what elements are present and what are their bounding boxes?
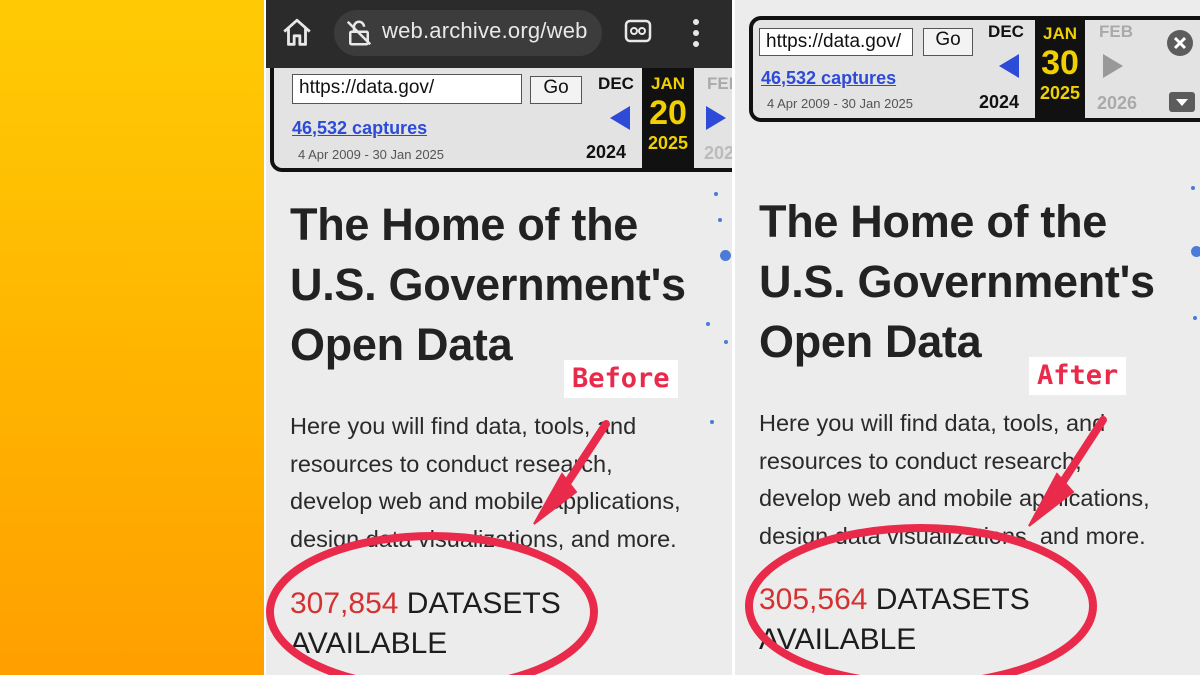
decorative-dot [710, 420, 714, 424]
wayback-prev-month[interactable]: DEC [981, 22, 1031, 42]
browser-toolbar: web.archive.org/web [266, 0, 732, 68]
decorative-dot [714, 192, 718, 196]
current-year-label: 2025 [1039, 83, 1081, 103]
wayback-captures-link[interactable]: 46,532 captures [292, 118, 427, 139]
wayback-url-input[interactable]: https://data.gov/ [759, 28, 913, 56]
more-vert-icon[interactable] [690, 16, 702, 50]
screenshot-before: web.archive.org/web https://data.gov/ Go… [266, 0, 732, 675]
decorative-dot [706, 322, 710, 326]
prev-month-label: DEC [988, 22, 1024, 41]
wayback-current-date: JAN 20 2025 [642, 68, 694, 168]
wayback-prev-arrow[interactable] [610, 106, 630, 130]
intro-line: design data visualizations, and more. [759, 522, 1146, 549]
wayback-prev-arrow[interactable] [999, 54, 1019, 78]
page-headline: The Home of the U.S. Government's Open D… [290, 195, 686, 375]
wayback-date-range: 4 Apr 2009 - 30 Jan 2025 [298, 147, 445, 162]
tab-switcher-icon[interactable] [624, 19, 652, 43]
datasets-label-line2: AVAILABLE [759, 623, 917, 656]
page-intro: Here you will find data, tools, and reso… [759, 405, 1150, 555]
wayback-toolbar: https://data.gov/ Go 46,532 captures 4 A… [749, 16, 1200, 122]
address-bar[interactable]: web.archive.org/web [334, 10, 602, 56]
decorative-dot [1193, 316, 1197, 320]
datasets-label: DATASETS [875, 583, 1030, 616]
close-icon[interactable] [1167, 30, 1193, 56]
next-month-label: FEB [707, 74, 732, 93]
wayback-next-month[interactable]: FEB [700, 74, 732, 94]
datasets-label-line2: AVAILABLE [290, 627, 448, 660]
intro-line: resources to conduct research, [290, 450, 613, 477]
intro-line: resources to conduct research, [759, 447, 1082, 474]
datasets-label: DATASETS [406, 587, 561, 620]
wayback-go-button[interactable]: Go [923, 28, 973, 56]
decorative-dot [718, 218, 722, 222]
page-headline: The Home of the U.S. Government's Open D… [759, 192, 1155, 372]
intro-line: develop web and mobile applications, [759, 485, 1150, 511]
intro-line: design data visualizations, and more. [290, 525, 677, 552]
intro-line: Here you will find data, tools, and [759, 410, 1106, 436]
headline-line: The Home of the [759, 196, 1108, 247]
datasets-number: 305,564 [759, 583, 868, 616]
current-month-label: JAN [650, 74, 685, 93]
decorative-dot [724, 340, 728, 344]
decorative-dot [720, 250, 731, 261]
datasets-count: 305,564 DATASETS AVAILABLE [759, 580, 1030, 660]
datasets-count: 307,854 DATASETS AVAILABLE [290, 584, 561, 664]
current-year-label: 2025 [647, 133, 689, 153]
current-day-label: 30 [1041, 44, 1079, 82]
next-year-label: 2026 [1097, 93, 1138, 113]
intro-line: develop web and mobile applications, [290, 488, 681, 514]
decorative-dot [1191, 186, 1195, 190]
intro-line: Here you will find data, tools, and [290, 413, 637, 439]
current-day-label: 20 [649, 94, 687, 132]
datasets-number: 307,854 [290, 587, 399, 620]
wayback-next-arrow[interactable] [706, 106, 726, 130]
headline-line: U.S. Government's [759, 256, 1155, 307]
before-label: Before [564, 360, 678, 398]
decorative-side-band [0, 0, 264, 675]
tracker-blocked-icon [346, 20, 372, 46]
screenshot-after: https://data.gov/ Go 46,532 captures 4 A… [735, 0, 1200, 675]
after-label: After [1029, 357, 1127, 395]
wayback-current-date: JAN 30 2025 [1035, 20, 1085, 118]
next-year-label: 2026 [704, 143, 732, 163]
wayback-toolbar: https://data.gov/ Go 46,532 captures 4 A… [270, 68, 732, 172]
chevron-down-icon[interactable] [1169, 92, 1195, 112]
headline-line: The Home of the [290, 199, 639, 250]
next-month-label: FEB [1099, 22, 1133, 41]
prev-year-label: 2024 [979, 92, 1020, 112]
wayback-date-range: 4 Apr 2009 - 30 Jan 2025 [767, 96, 914, 111]
wayback-next-month[interactable]: FEB [1093, 22, 1139, 42]
prev-year-label: 2024 [586, 142, 627, 162]
decorative-dot [1191, 246, 1200, 257]
wayback-prev-month[interactable]: DEC [590, 74, 642, 94]
wayback-url-input[interactable]: https://data.gov/ [292, 74, 522, 104]
home-icon[interactable] [280, 16, 314, 50]
address-bar-url: web.archive.org/web [382, 18, 588, 43]
wayback-captures-link[interactable]: 46,532 captures [761, 68, 896, 89]
wayback-next-arrow[interactable] [1103, 54, 1123, 78]
current-month-label: JAN [1042, 24, 1077, 43]
wayback-go-button[interactable]: Go [530, 76, 582, 104]
page-intro: Here you will find data, tools, and reso… [290, 408, 681, 558]
headline-line: U.S. Government's [290, 259, 686, 310]
prev-month-label: DEC [598, 74, 634, 93]
